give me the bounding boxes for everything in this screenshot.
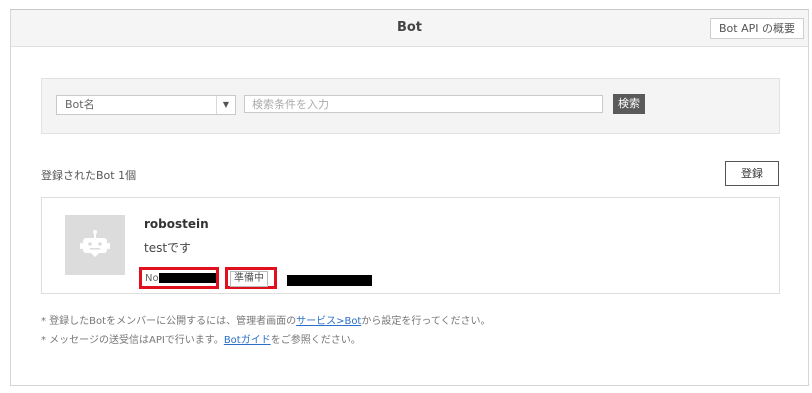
search-input[interactable] [244, 95, 603, 113]
redacted-info [287, 275, 372, 286]
search-button[interactable]: 検索 [613, 94, 645, 114]
bot-number-highlight: No. [139, 267, 219, 289]
note-line-1: * 登録したBotをメンバーに公開するには、管理者画面のサービス>Botから設定… [41, 312, 491, 331]
status-badge: 準備中 [230, 271, 268, 287]
service-bot-link[interactable]: サービス>Bot [296, 316, 361, 327]
bot-panel: Bot Bot API の概要 Bot名 ▼ 検索 登録されたBot 1個 登録 [10, 9, 809, 386]
register-button[interactable]: 登録 [725, 161, 779, 186]
status-highlight: 準備中 [225, 267, 277, 289]
search-field-select[interactable]: Bot名 ▼ [56, 95, 236, 115]
bot-count-label: 登録されたBot 1個 [41, 169, 137, 182]
note-text: * メッセージの送受信はAPIで行います。 [41, 335, 224, 346]
bot-guide-link[interactable]: Botガイド [224, 335, 271, 346]
bot-avatar [65, 215, 125, 275]
note-text: から設定を行ってください。 [361, 316, 491, 327]
page-title: Bot [396, 20, 423, 35]
robot-icon [80, 230, 110, 257]
search-area: Bot名 ▼ 検索 [41, 78, 780, 134]
notes: * 登録したBotをメンバーに公開するには、管理者画面のサービス>Botから設定… [41, 312, 491, 350]
note-text: * 登録したBotをメンバーに公開するには、管理者画面の [41, 316, 297, 327]
panel-header: Bot Bot API の概要 [11, 10, 808, 47]
note-line-2: * メッセージの送受信はAPIで行います。Botガイドをご参照ください。 [41, 331, 491, 350]
chevron-down-icon: ▼ [216, 96, 235, 114]
bot-api-overview-button[interactable]: Bot API の概要 [710, 18, 804, 39]
note-text: をご参照ください。 [270, 335, 361, 346]
bot-description: testです [144, 241, 192, 255]
bot-list-item[interactable]: robostein testです No. 準備中 [41, 197, 780, 294]
search-field-select-value: Bot名 [65, 98, 95, 111]
redacted-bot-number [159, 273, 216, 283]
bot-name: robostein [144, 217, 209, 231]
